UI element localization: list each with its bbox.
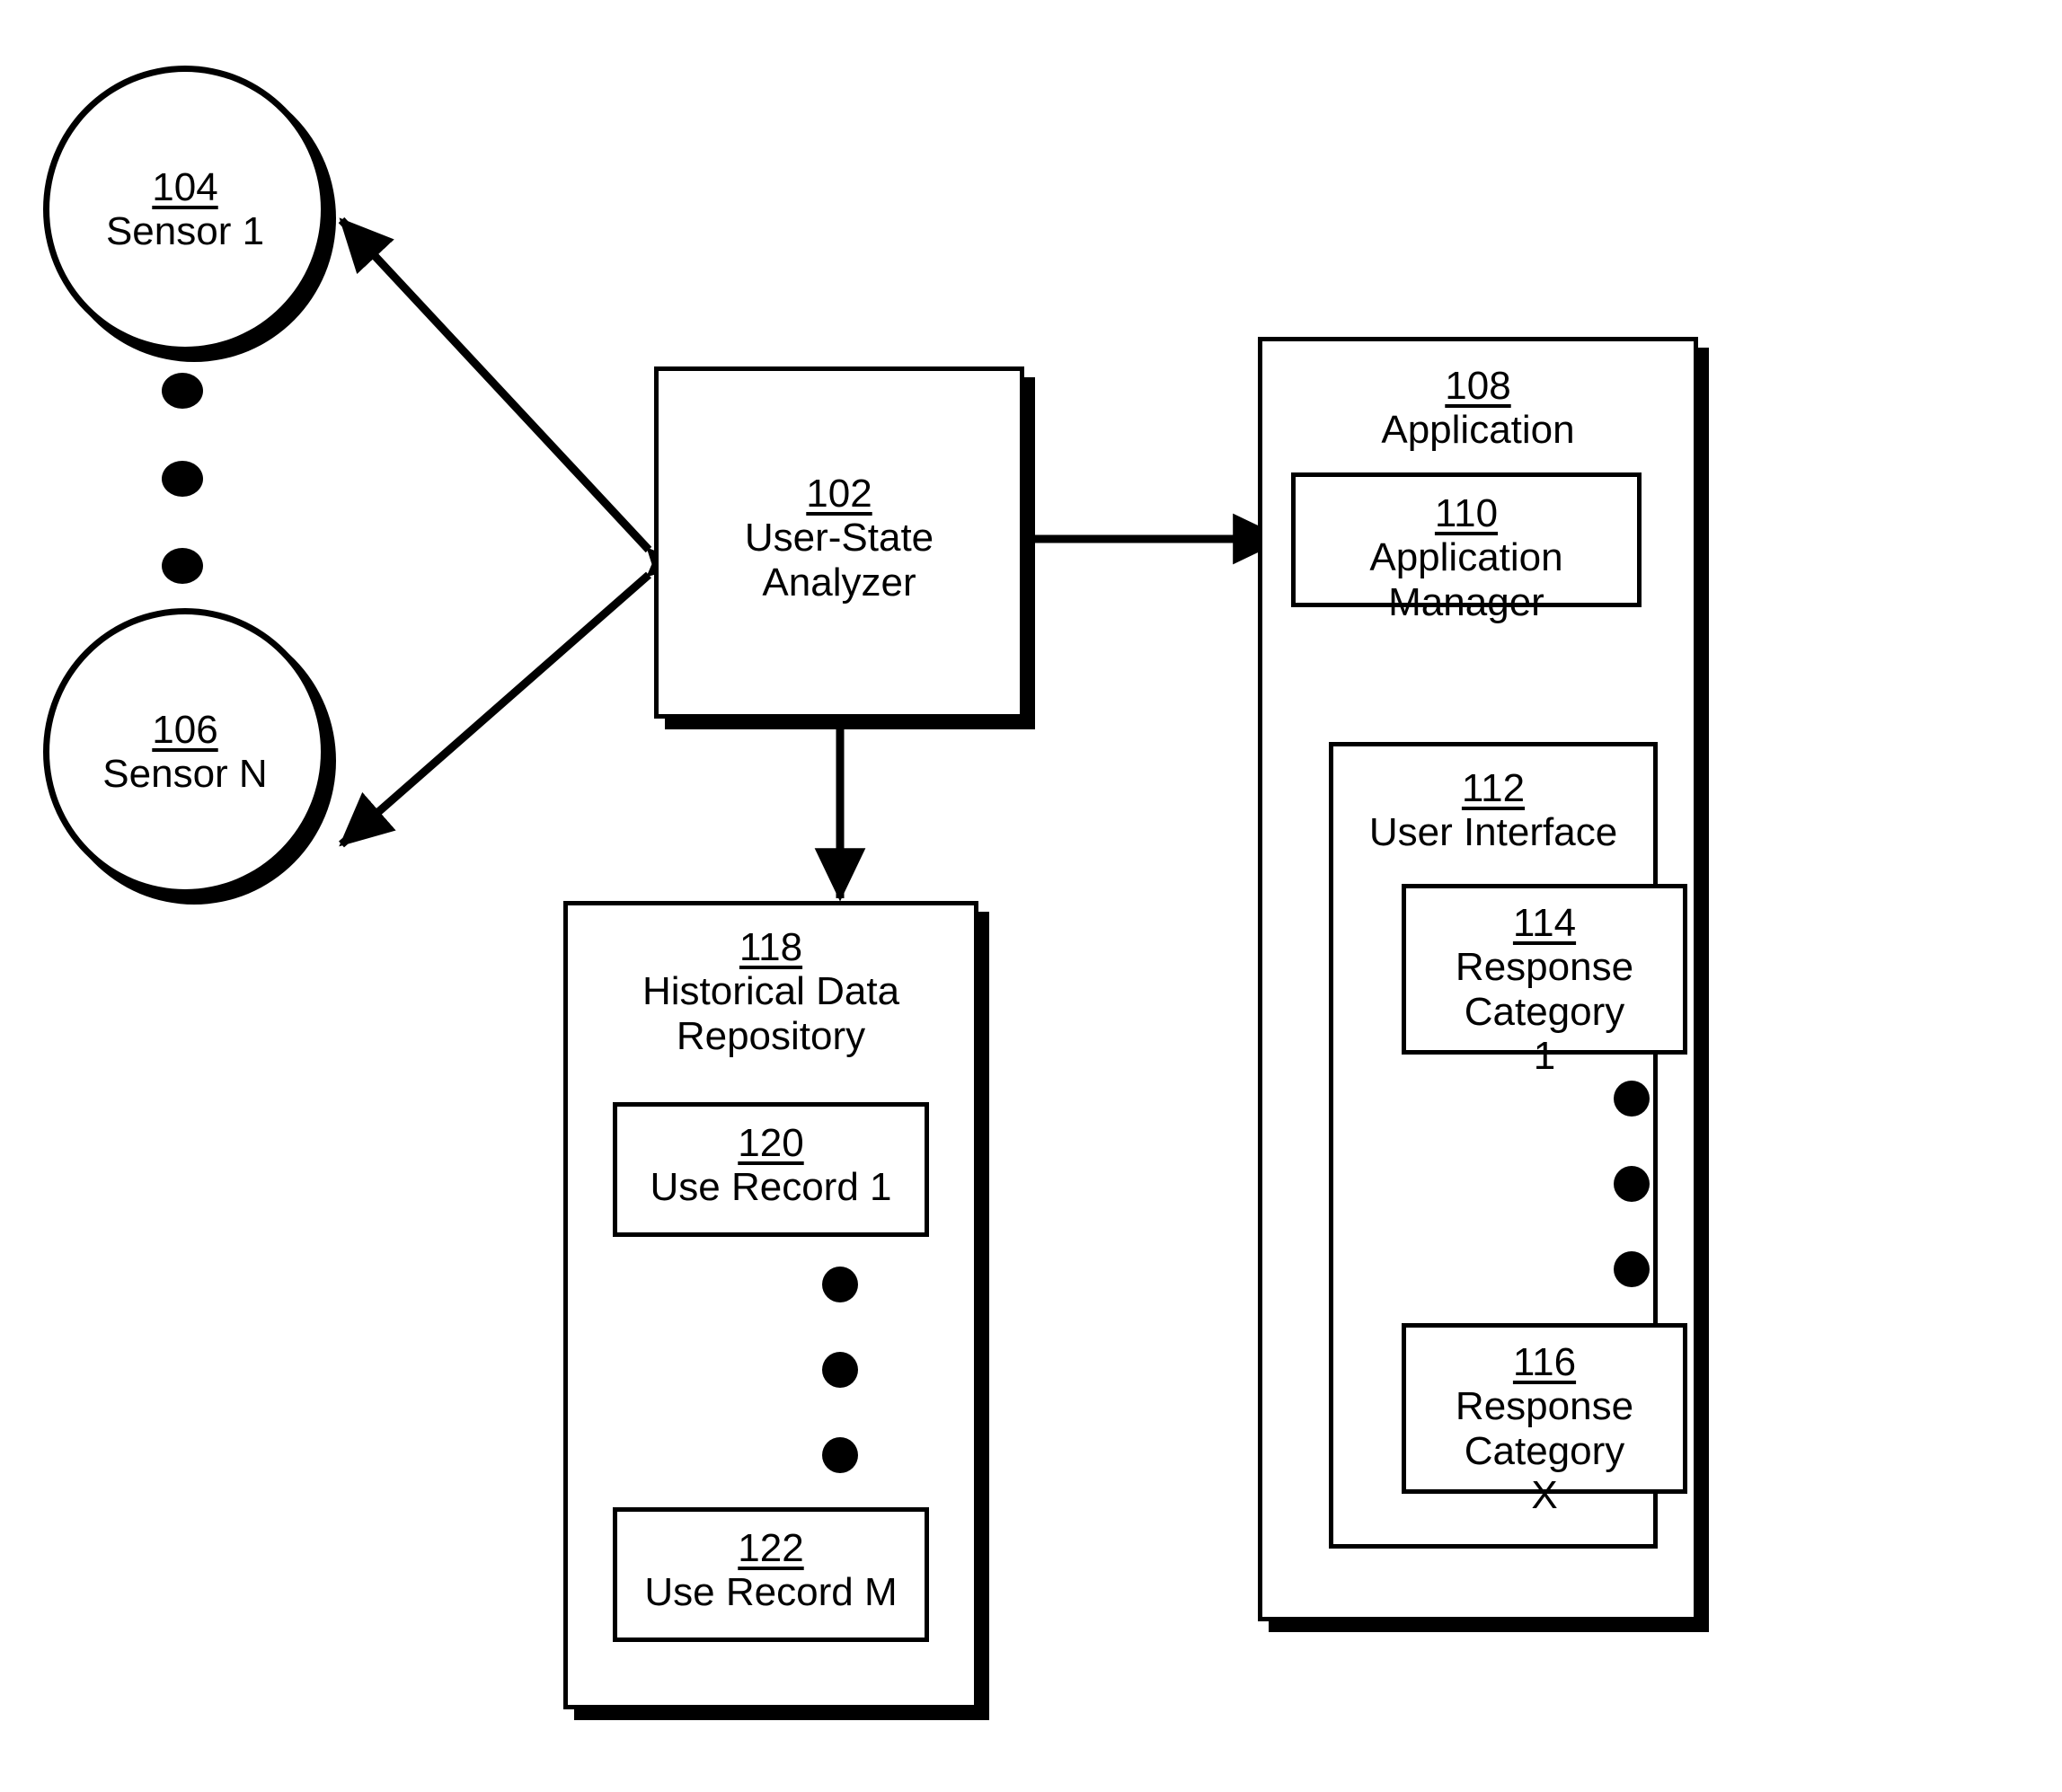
- ellipsis-dot: [162, 373, 203, 409]
- node-response-category-1[interactable]: 114 Response Category 1: [1402, 884, 1687, 1078]
- node-sensor-n-ref: 106: [152, 707, 218, 752]
- figure-canvas: 104 Sensor 1 106 Sensor N 102 User-State…: [0, 0, 2062, 1792]
- node-use-record-1-ref: 120: [738, 1121, 804, 1165]
- node-sensor-1-ref: 104: [152, 164, 218, 209]
- node-user-state-analyzer-ref: 102: [806, 472, 872, 516]
- node-response-category-x[interactable]: 116 Response Category X: [1402, 1323, 1687, 1517]
- node-response-category-x-label: Response Category X: [1455, 1384, 1634, 1517]
- node-application-ref: 108: [1445, 364, 1511, 408]
- ellipsis-response-categories: [1614, 1081, 1650, 1287]
- ellipsis-dot: [822, 1352, 858, 1388]
- node-user-state-analyzer[interactable]: 102 User-State Analyzer: [654, 366, 1024, 719]
- node-sensor-1[interactable]: 104 Sensor 1: [43, 66, 327, 353]
- node-use-record-m-ref: 122: [738, 1526, 804, 1570]
- ellipsis-sensors: [162, 373, 203, 584]
- node-user-interface-label: User Interface: [1368, 810, 1618, 855]
- node-user-state-analyzer-label: User-State Analyzer: [744, 516, 934, 605]
- node-application-label: Application: [1381, 408, 1575, 453]
- node-use-record-m-label: Use Record M: [644, 1570, 898, 1615]
- node-application-manager-label: Application Manager: [1369, 535, 1563, 624]
- ellipsis-dot: [1614, 1251, 1650, 1287]
- node-sensor-n[interactable]: 106 Sensor N: [43, 608, 327, 896]
- ellipsis-dot: [822, 1437, 858, 1473]
- node-response-category-1-ref: 114: [1512, 901, 1577, 945]
- node-use-record-1-label: Use Record 1: [650, 1165, 892, 1210]
- node-sensor-n-label: Sensor N: [102, 752, 268, 796]
- connector-analyzer-sensorN: [339, 522, 704, 848]
- node-historical-data-repository-ref: 118: [739, 925, 803, 969]
- node-historical-data-repository-label: Historical Data Repository: [642, 969, 900, 1058]
- node-sensor-1-label: Sensor 1: [105, 209, 265, 253]
- node-use-record-1[interactable]: 120 Use Record 1: [613, 1102, 929, 1237]
- ellipsis-dot: [822, 1267, 858, 1302]
- node-use-record-m[interactable]: 122 Use Record M: [613, 1507, 929, 1642]
- ellipsis-dot: [162, 548, 203, 584]
- connector-analyzer-sensor1: [338, 216, 702, 605]
- node-user-interface-ref: 112: [1461, 766, 1526, 810]
- ellipsis-dot: [1614, 1081, 1650, 1117]
- node-response-category-1-label: Response Category 1: [1455, 945, 1634, 1078]
- ellipsis-dot: [1614, 1166, 1650, 1202]
- node-application-manager-ref: 110: [1434, 491, 1499, 535]
- node-response-category-x-ref: 116: [1512, 1340, 1577, 1384]
- ellipsis-use-records: [822, 1267, 858, 1473]
- node-application-manager[interactable]: 110 Application Manager: [1291, 472, 1642, 624]
- ellipsis-dot: [162, 460, 203, 497]
